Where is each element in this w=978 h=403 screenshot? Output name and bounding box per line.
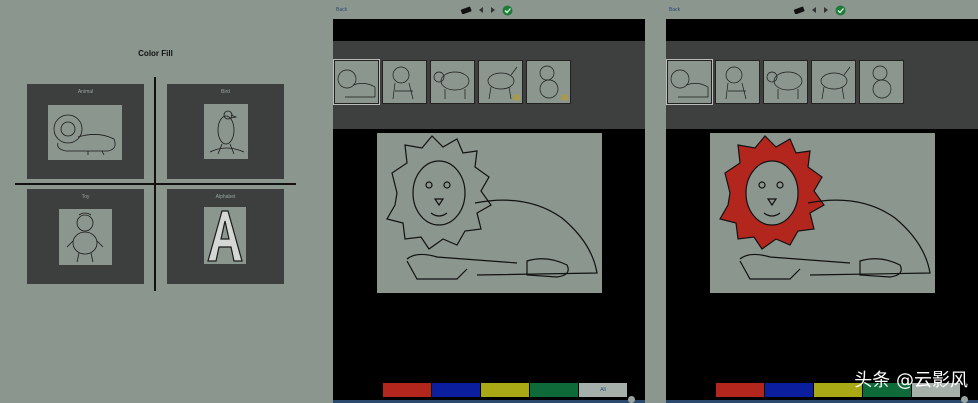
category-label: Animal (77, 89, 94, 95)
eraser-icon[interactable] (793, 6, 805, 14)
eraser-icon[interactable] (460, 6, 472, 14)
thumb-horse[interactable] (478, 60, 523, 104)
editor-screen-blank: Back All (333, 0, 645, 403)
undo-icon[interactable] (811, 6, 817, 14)
lion-drawing-colored (719, 135, 931, 280)
divider-horizontal (15, 183, 296, 185)
swatch-blue[interactable] (765, 383, 813, 397)
thumb-lion[interactable] (666, 59, 713, 105)
lion-icon (53, 114, 116, 156)
undo-icon[interactable] (478, 6, 484, 14)
color-palette: All (383, 383, 627, 397)
dog-icon (725, 66, 747, 100)
letter-a-thumbnail (204, 207, 246, 264)
category-label: Alphabet (215, 194, 236, 200)
spacer (311, 0, 333, 403)
redo-icon[interactable] (823, 6, 829, 14)
lion-thumbnail (48, 105, 122, 160)
lion-icon (337, 69, 376, 98)
toolbar (793, 4, 846, 16)
confirm-icon[interactable] (835, 5, 846, 16)
bird-icon (209, 110, 245, 155)
swatch-red[interactable] (716, 383, 764, 397)
brush-slider-knob[interactable] (961, 396, 968, 403)
brush-slider-knob[interactable] (628, 396, 635, 403)
category-toy[interactable]: Toy (27, 189, 144, 284)
thumb-dog[interactable] (382, 60, 427, 104)
doll-thumbnail (59, 209, 112, 265)
swatch-blue[interactable] (432, 383, 480, 397)
nav-bar: Back (666, 0, 978, 19)
category-animal[interactable]: Animal (27, 84, 144, 179)
lion-icon (670, 69, 709, 98)
doll-icon (66, 212, 104, 263)
thumb-cow[interactable] (763, 60, 808, 104)
thumb-dog[interactable] (715, 60, 760, 104)
thumb-horse[interactable] (811, 60, 856, 104)
thumb-puppy[interactable] (526, 60, 571, 104)
all-colors-button[interactable]: All (579, 383, 627, 397)
thumb-lion[interactable] (333, 59, 380, 105)
drawing-canvas[interactable] (710, 133, 935, 293)
lock-icon (513, 94, 520, 101)
puppy-icon (872, 65, 892, 99)
category-alphabet[interactable]: Alphabet (167, 189, 284, 284)
thumb-cow[interactable] (430, 60, 475, 104)
status-bar (0, 0, 311, 7)
thumb-puppy[interactable] (859, 60, 904, 104)
category-bird[interactable]: Bird (167, 84, 284, 179)
letter-a-icon (207, 210, 243, 262)
nav-bar: Back (333, 0, 645, 19)
drawing-canvas[interactable] (377, 133, 602, 293)
watermark-text: 头条 @云影风 (854, 370, 968, 391)
redo-icon[interactable] (490, 6, 496, 14)
watermark: 头条 @云影风 (854, 366, 968, 392)
lion-drawing (386, 135, 598, 280)
lock-icon (561, 94, 568, 101)
category-label: Bird (221, 89, 230, 95)
swatch-green[interactable] (530, 383, 578, 397)
cow-icon (433, 71, 470, 99)
spacer (645, 0, 666, 403)
bird-thumbnail (204, 104, 248, 159)
swatch-red[interactable] (383, 383, 431, 397)
category-screen: Color Fill Animal Bird Toy Alphabet (0, 0, 311, 403)
swatch-yellow[interactable] (481, 383, 529, 397)
editor-screen-colored: Back 头条 @云影风 (666, 0, 978, 403)
category-label: Toy (81, 194, 90, 200)
horse-icon (820, 66, 851, 100)
back-button[interactable]: Back (669, 7, 680, 13)
toolbar (460, 4, 513, 16)
confirm-icon[interactable] (502, 5, 513, 16)
cow-icon (766, 71, 803, 99)
dog-icon (392, 66, 414, 100)
back-button[interactable]: Back (336, 7, 347, 13)
page-title: Color Fill (138, 49, 173, 58)
